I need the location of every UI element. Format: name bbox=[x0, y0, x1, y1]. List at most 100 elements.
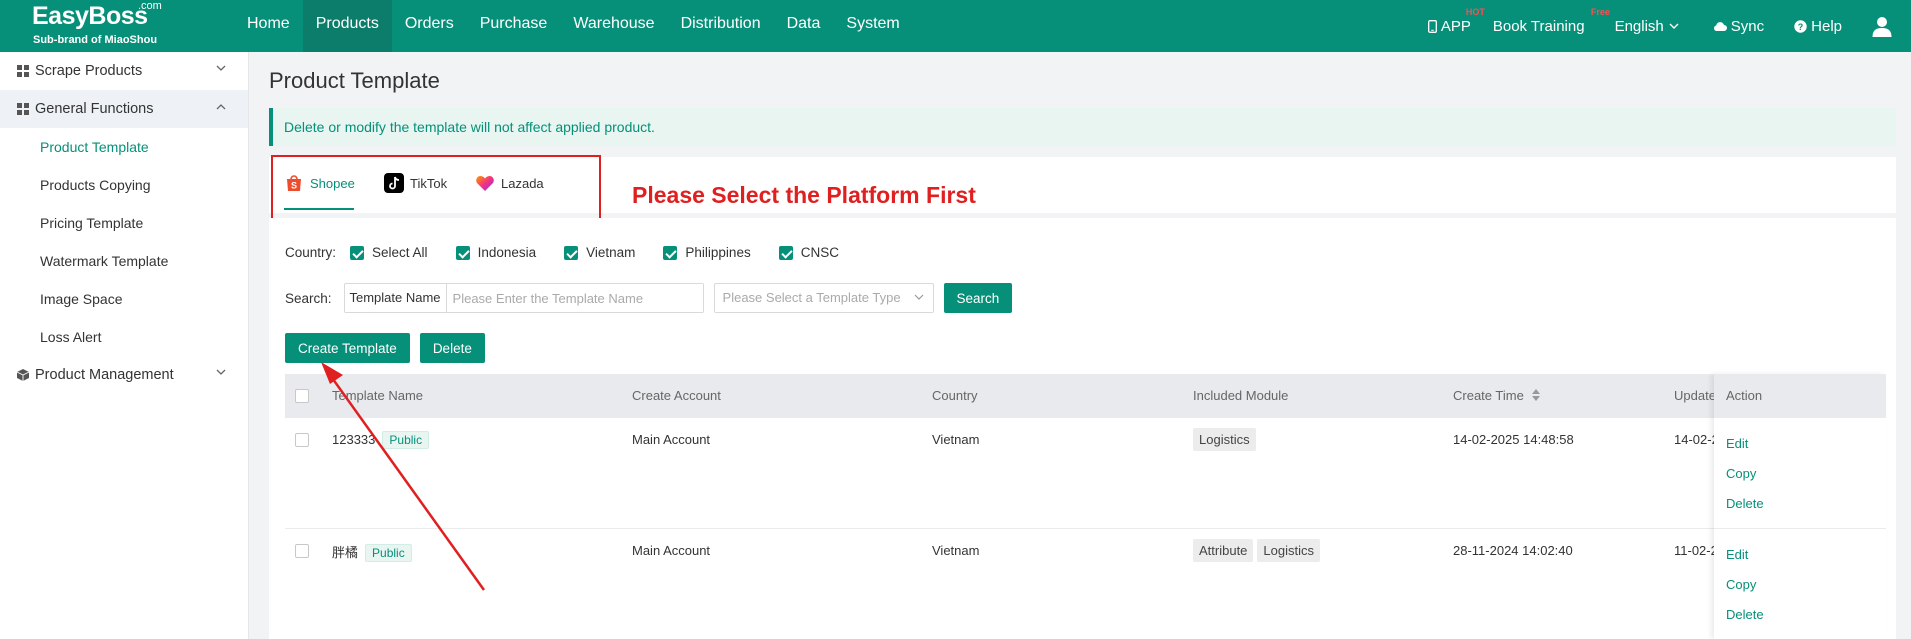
language-select[interactable]: English bbox=[1615, 18, 1683, 35]
nav-warehouse[interactable]: Warehouse bbox=[560, 0, 667, 52]
delete-button[interactable]: Delete bbox=[419, 333, 485, 363]
free-badge: Free bbox=[1590, 6, 1610, 17]
nav-purchase[interactable]: Purchase bbox=[467, 0, 561, 52]
country-option-label: Select All bbox=[372, 245, 428, 260]
tab-shopee[interactable]: S Shopee bbox=[284, 169, 355, 197]
country-option-label: Philippines bbox=[685, 245, 751, 260]
module-tag: Attribute bbox=[1193, 539, 1254, 562]
row-checkbox[interactable] bbox=[295, 544, 309, 558]
country-filter: Country: Select All Indonesia Vietnam Ph… bbox=[285, 245, 839, 260]
checkbox-checked bbox=[455, 245, 470, 260]
col-create-account: Create Account bbox=[632, 388, 721, 403]
sidebar-item-products-copying[interactable]: Products Copying bbox=[0, 166, 248, 204]
header-tools: APP HOT Book Training Free English Sync … bbox=[1427, 0, 1911, 52]
sort-icon bbox=[1532, 389, 1541, 401]
box-icon bbox=[17, 369, 29, 381]
module-tag: Logistics bbox=[1257, 539, 1320, 562]
menu-group-scrape-products[interactable]: Scrape Products bbox=[0, 52, 248, 90]
tab-tiktok[interactable]: TikTok bbox=[384, 169, 447, 197]
edit-link[interactable]: Edit bbox=[1726, 436, 1748, 451]
hot-badge: HOT bbox=[1465, 6, 1485, 17]
platform-tabs-bar: S Shopee TikTok Lazada Please Select the… bbox=[269, 155, 1896, 220]
table-row: 胖橘 Public Main Account Vietnam Attribute L… bbox=[285, 529, 1886, 639]
select-placeholder: Please Select a Template Type bbox=[722, 290, 901, 305]
copy-link[interactable]: Copy bbox=[1726, 577, 1756, 592]
public-tag: Public bbox=[382, 431, 430, 449]
chevron-down-icon bbox=[914, 294, 923, 300]
logo-com: .com bbox=[138, 0, 162, 12]
book-training-link[interactable]: Book Training Free bbox=[1492, 7, 1610, 35]
help-button[interactable]: ? Help bbox=[1794, 18, 1842, 35]
page-title: Product Template bbox=[269, 68, 440, 93]
app-link[interactable]: APP HOT bbox=[1427, 7, 1485, 35]
country-indonesia[interactable]: Indonesia bbox=[455, 245, 536, 260]
country-cnsc[interactable]: CNSC bbox=[778, 245, 839, 260]
tab-lazada[interactable]: Lazada bbox=[475, 169, 544, 197]
delete-link[interactable]: Delete bbox=[1726, 607, 1764, 622]
table-header: Template Name Create Account Country Inc… bbox=[285, 374, 1886, 418]
sync-button[interactable]: Sync bbox=[1713, 18, 1764, 35]
nav-data[interactable]: Data bbox=[774, 0, 834, 52]
search-button[interactable]: Search bbox=[943, 283, 1013, 313]
menu-group-label: Product Management bbox=[35, 367, 174, 383]
phone-icon bbox=[1427, 19, 1437, 33]
search-row: Search: Template Name Please Select a Te… bbox=[285, 283, 1013, 313]
sidebar-item-product-template[interactable]: Product Template bbox=[0, 128, 248, 166]
annotation-text: Please Select the Platform First bbox=[632, 182, 976, 208]
training-label: Book Training bbox=[1492, 17, 1585, 35]
delete-link[interactable]: Delete bbox=[1726, 496, 1764, 511]
main-nav: Home Products Orders Purchase Warehouse … bbox=[235, 0, 913, 52]
svg-text:?: ? bbox=[1798, 22, 1804, 32]
sync-label: Sync bbox=[1730, 17, 1765, 35]
country-philippines[interactable]: Philippines bbox=[663, 245, 751, 260]
country-vietnam[interactable]: Vietnam bbox=[564, 245, 635, 260]
module-cell: Attribute Logistics bbox=[1193, 539, 1324, 562]
select-all-checkbox[interactable] bbox=[295, 389, 309, 403]
user-menu[interactable] bbox=[1872, 16, 1896, 37]
nav-home[interactable]: Home bbox=[235, 0, 303, 52]
create-time-cell: 28-11-2024 14:02:40 bbox=[1453, 543, 1573, 558]
copy-link[interactable]: Copy bbox=[1726, 466, 1756, 481]
col-create-time[interactable]: Create Time bbox=[1453, 374, 1541, 418]
checkbox-checked bbox=[564, 245, 579, 260]
row-checkbox[interactable] bbox=[295, 433, 309, 447]
sidebar-item-loss-alert[interactable]: Loss Alert bbox=[0, 318, 248, 356]
nav-products[interactable]: Products bbox=[302, 0, 392, 52]
sidebar-item-image-space[interactable]: Image Space bbox=[0, 280, 248, 318]
sidebar-item-pricing-template[interactable]: Pricing Template bbox=[0, 204, 248, 242]
lazada-icon bbox=[475, 173, 495, 193]
nav-distribution[interactable]: Distribution bbox=[668, 0, 774, 52]
menu-group-label: General Functions bbox=[35, 101, 154, 117]
public-tag: Public bbox=[365, 544, 412, 562]
tiktok-icon bbox=[384, 173, 404, 193]
country-select-all[interactable]: Select All bbox=[350, 245, 428, 260]
top-navbar: EasyBoss .com Sub-brand of MiaoShou Home… bbox=[0, 0, 1911, 52]
menu-group-product-management[interactable]: Product Management bbox=[0, 356, 248, 394]
update-time-cell: 14-02-2 bbox=[1674, 432, 1719, 447]
shopee-icon: S bbox=[284, 173, 304, 193]
nav-system[interactable]: System bbox=[833, 0, 912, 52]
create-time-cell: 14-02-2025 14:48:58 bbox=[1453, 432, 1574, 447]
search-field-selector[interactable]: Template Name bbox=[345, 284, 447, 312]
module-tag: Logistics bbox=[1193, 428, 1256, 451]
cloud-icon bbox=[1713, 21, 1727, 31]
template-name: 胖橘 bbox=[332, 545, 359, 560]
search-input[interactable] bbox=[446, 284, 703, 312]
logo-subtitle: Sub-brand of MiaoShou bbox=[33, 34, 158, 46]
menu-group-label: Scrape Products bbox=[35, 63, 143, 79]
svg-text:S: S bbox=[291, 181, 297, 191]
col-template-name: Template Name bbox=[332, 388, 424, 403]
chevron-down-icon bbox=[1669, 23, 1679, 29]
template-name-search: Template Name bbox=[343, 283, 704, 313]
easyboss-logo[interactable]: EasyBoss .com Sub-brand of MiaoShou bbox=[30, 0, 170, 52]
edit-link[interactable]: Edit bbox=[1726, 547, 1748, 562]
module-cell: Logistics bbox=[1193, 428, 1260, 451]
chevron-down-icon bbox=[216, 369, 226, 375]
country-option-label: Vietnam bbox=[586, 245, 636, 260]
sidebar-item-watermark-template[interactable]: Watermark Template bbox=[0, 242, 248, 280]
template-type-select[interactable]: Please Select a Template Type bbox=[713, 283, 934, 313]
template-table: Template Name Create Account Country Inc… bbox=[285, 374, 1886, 639]
menu-group-general-functions[interactable]: General Functions bbox=[0, 90, 248, 128]
nav-orders[interactable]: Orders bbox=[392, 0, 467, 52]
create-template-button[interactable]: Create Template bbox=[285, 333, 410, 363]
